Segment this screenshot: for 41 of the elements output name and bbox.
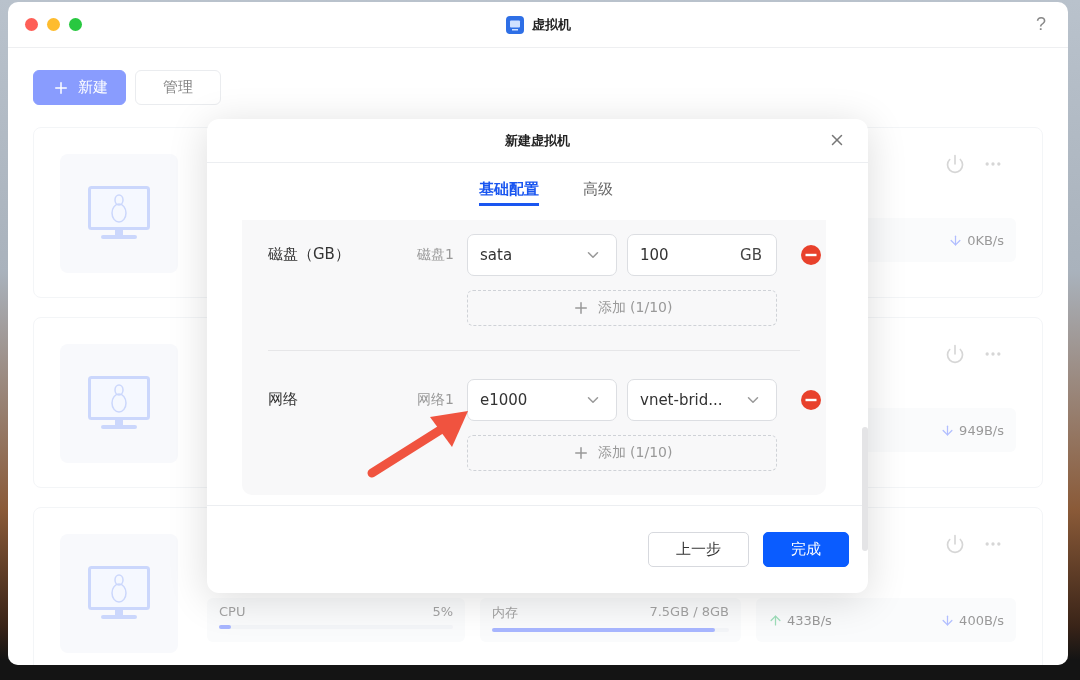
- remove-icon[interactable]: [801, 390, 821, 410]
- monitor-icon: [88, 185, 150, 242]
- arrow-down-icon: [940, 422, 956, 438]
- section-label: 磁盘（GB）: [268, 244, 351, 265]
- section-label: 网络: [268, 389, 299, 410]
- arrow-down-icon: [948, 232, 964, 248]
- monitor-icon: [88, 375, 150, 432]
- select-field[interactable]: sata: [467, 234, 617, 276]
- upload-speed: 433B/s: [768, 612, 832, 628]
- usage-value: 5%: [432, 604, 453, 619]
- usage-label: CPU: [219, 604, 246, 619]
- power-icon[interactable]: [945, 154, 965, 174]
- power-icon[interactable]: [945, 534, 965, 554]
- tab[interactable]: 基础配置: [478, 163, 539, 206]
- usage-label: 内存: [492, 604, 518, 622]
- monitor-icon: [88, 565, 150, 622]
- arrow-down-icon: [940, 612, 956, 628]
- select-field[interactable]: vnet-brid...: [627, 379, 777, 421]
- remove-icon[interactable]: [801, 245, 821, 265]
- back-button[interactable]: 上一步: [648, 532, 749, 567]
- app-icon: [505, 15, 524, 34]
- tab[interactable]: 高级: [582, 163, 613, 206]
- usage-value: 7.5GB / 8GB: [649, 604, 729, 621]
- select-field[interactable]: e1000: [467, 379, 617, 421]
- input-field[interactable]: 100 GB: [627, 234, 777, 276]
- window-title: 虚拟机: [531, 15, 571, 34]
- item-label: 网络1: [417, 391, 455, 409]
- unit-label: GB: [740, 246, 762, 264]
- download-speed: 0KB/s: [948, 232, 1004, 248]
- close-button[interactable]: [25, 18, 38, 31]
- item-label: 磁盘1: [417, 246, 455, 264]
- finish-button[interactable]: 完成: [763, 532, 849, 567]
- scrollbar[interactable]: [862, 427, 868, 551]
- download-speed: 949B/s: [940, 422, 1004, 438]
- dialog-title: 新建虚拟机: [505, 131, 570, 150]
- minimize-button[interactable]: [47, 18, 60, 31]
- zoom-button[interactable]: [69, 18, 82, 31]
- download-speed: 400B/s: [940, 612, 1004, 628]
- help-button[interactable]: ?: [1036, 14, 1046, 35]
- power-icon[interactable]: [945, 344, 965, 364]
- manage-button[interactable]: 管理: [135, 70, 221, 105]
